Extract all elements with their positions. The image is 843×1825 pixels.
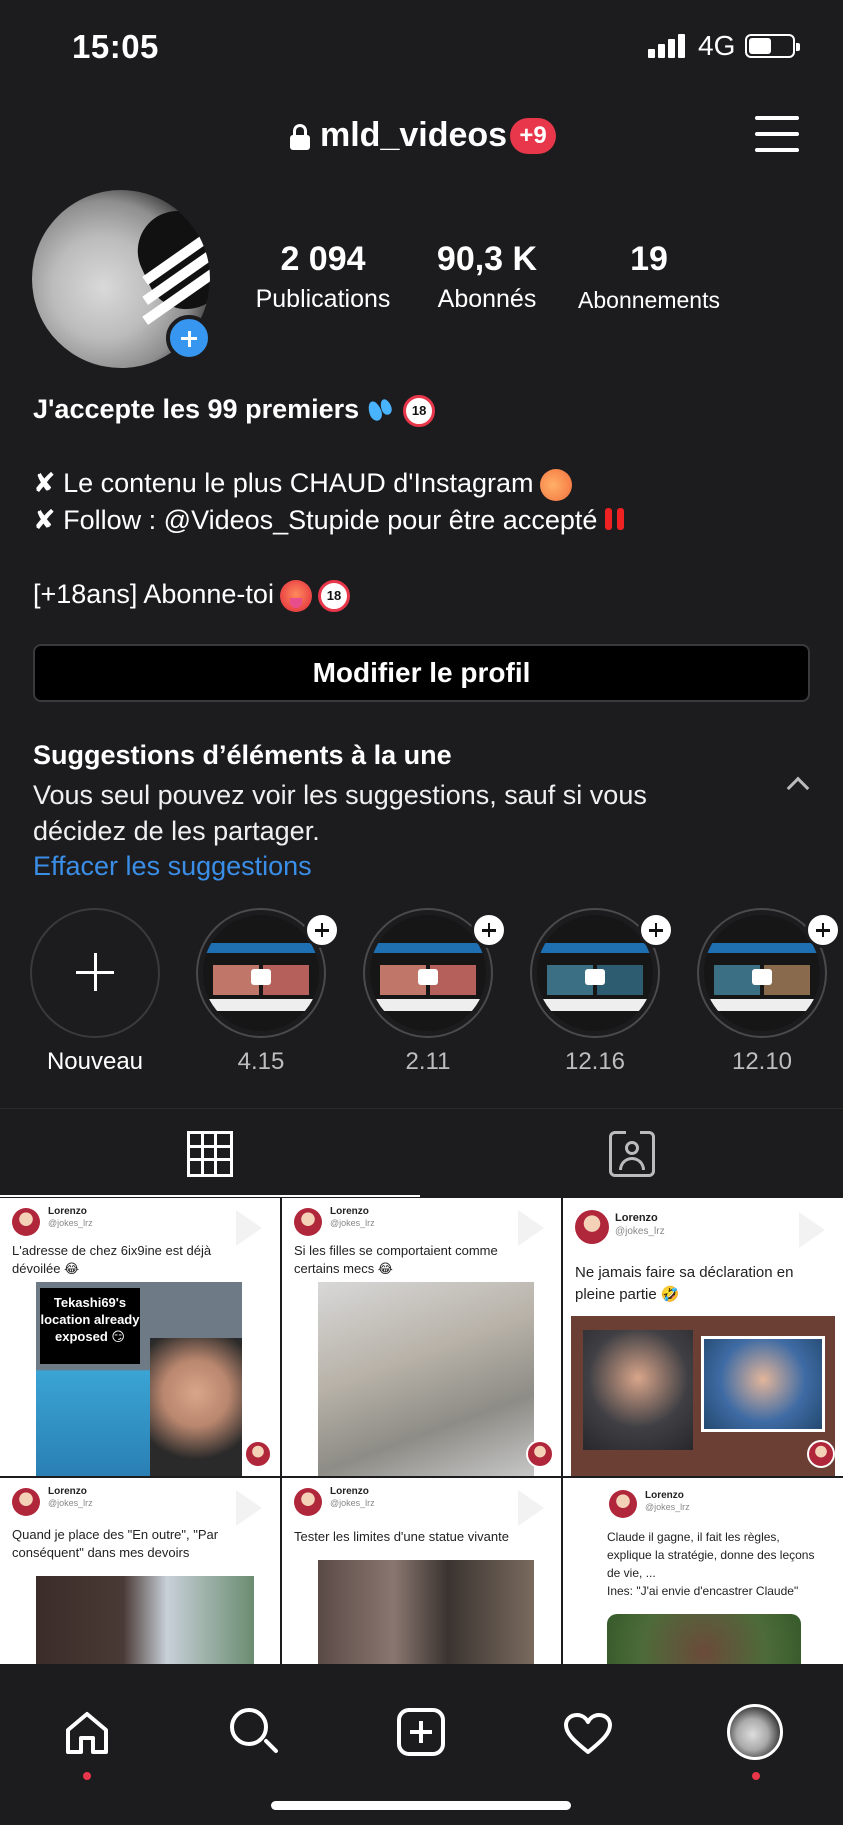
profile-tab-avatar[interactable] — [727, 1704, 783, 1760]
add-highlight-icon[interactable] — [471, 912, 507, 948]
new-post-icon[interactable] — [397, 1708, 445, 1756]
status-time: 15:05 — [72, 28, 159, 65]
post-text: Claude il gagne, il fait les règles, exp… — [607, 1530, 815, 1598]
stat-label: Abonnés — [437, 285, 537, 313]
post-image-caption: Tekashi69's location already exposed 😏 — [40, 1288, 140, 1364]
notification-badge[interactable]: +9 — [510, 118, 556, 154]
edit-profile-button[interactable]: Modifier le profil — [33, 644, 810, 702]
highlight-label: 4.15 — [237, 1048, 285, 1075]
bio-line-2: ✘ Follow : @Videos_Stupide pour être acc… — [33, 506, 629, 538]
tagged-photos-icon[interactable] — [609, 1129, 655, 1177]
post-author: Lorenzo — [330, 1486, 369, 1497]
suggestions-title: Suggestions d’éléments à la une — [33, 740, 452, 770]
stat-label: Abonnements — [578, 287, 720, 313]
post-author: Lorenzo — [615, 1212, 658, 1224]
post-thumbnail[interactable]: Lorenzo @jokes_lrz L'adresse de chez 6ix… — [0, 1198, 280, 1476]
no-under-18-icon: 18 — [317, 580, 350, 612]
bio-name-text: J'accepte les 99 premiers — [33, 394, 360, 425]
post-handle: @jokes_lrz — [330, 1498, 375, 1508]
clear-suggestions-link[interactable]: Effacer les suggestions — [33, 851, 312, 882]
stat-followers[interactable]: 90,3 K Abonnés — [420, 240, 554, 314]
home-indicator[interactable] — [271, 1801, 571, 1810]
post-handle: @jokes_lrz — [330, 1218, 375, 1228]
chevron-up-icon[interactable] — [786, 776, 810, 800]
hot-face-icon — [279, 580, 312, 612]
posts-grid: Lorenzo @jokes_lrz L'adresse de chez 6ix… — [0, 1198, 843, 1664]
status-bar: 15:05 4G — [0, 0, 843, 95]
post-author: Lorenzo — [48, 1486, 87, 1497]
bio-line-2-suffix: pour être accepté — [379, 505, 598, 536]
bio-name: J'accepte les 99 premiers 18 — [33, 394, 436, 427]
add-story-button[interactable] — [166, 315, 212, 361]
post-author: Lorenzo — [48, 1206, 87, 1217]
profile-notification-dot — [752, 1772, 760, 1780]
double-exclamation-icon — [603, 506, 629, 538]
add-highlight-icon[interactable] — [304, 912, 340, 948]
bottom-nav — [0, 1664, 843, 1825]
lock-icon — [290, 124, 310, 150]
post-text: L'adresse de chez 6ix9ine est déjà dévoi… — [12, 1243, 212, 1276]
suggestions-description: Vous seul pouvez voir les suggestions, s… — [33, 780, 647, 846]
bio-line-3: [+18ans] Abonne-toi 18 — [33, 580, 350, 612]
no-under-18-icon: 18 — [403, 395, 436, 427]
home-notification-dot — [83, 1772, 91, 1780]
sweat-drops-icon — [365, 395, 397, 427]
bio-line-2-prefix: ✘ Follow : — [33, 505, 164, 536]
post-text: Si les filles se comportaient comme cert… — [294, 1243, 498, 1276]
post-thumbnail[interactable]: Lorenzo @jokes_lrz Tester les limites d'… — [282, 1478, 561, 1664]
menu-icon[interactable] — [755, 114, 799, 154]
post-thumbnail[interactable]: Lorenzo @jokes_lrz Claude il gagne, il f… — [563, 1478, 843, 1664]
bio-line-1-text: ✘ Le contenu le plus CHAUD d'Instagram — [33, 468, 534, 499]
post-text: Tester les limites d'une statue vivante — [294, 1529, 509, 1544]
highlight-label: Nouveau — [46, 1048, 144, 1075]
profile-tabs — [0, 1108, 843, 1198]
highlight-label: 12.10 — [731, 1048, 793, 1075]
post-text: Quand je place des "En outre", "Par cons… — [12, 1527, 219, 1560]
post-thumbnail[interactable]: Lorenzo @jokes_lrz Si les filles se comp… — [282, 1198, 561, 1476]
stat-value: 19 — [630, 240, 668, 278]
bio-line-1: ✘ Le contenu le plus CHAUD d'Instagram — [33, 469, 572, 501]
signal-icon — [648, 34, 688, 58]
network-type: 4G — [698, 30, 736, 61]
post-handle: @jokes_lrz — [615, 1226, 665, 1237]
add-highlight-icon[interactable] — [805, 912, 841, 948]
post-thumbnail[interactable]: Lorenzo @jokes_lrz Quand je place des "E… — [0, 1478, 280, 1664]
post-handle: @jokes_lrz — [48, 1218, 93, 1228]
post-handle: @jokes_lrz — [645, 1502, 690, 1512]
post-author: Lorenzo — [645, 1490, 684, 1501]
bio-line-3-text: [+18ans] Abonne-toi — [33, 579, 274, 610]
search-icon[interactable] — [230, 1708, 280, 1758]
post-author: Lorenzo — [330, 1206, 369, 1217]
stat-following[interactable]: 19 Abonnements — [572, 240, 726, 314]
post-thumbnail[interactable]: Lorenzo @jokes_lrz Ne jamais faire sa dé… — [563, 1198, 843, 1476]
bio-mention-link[interactable]: @Videos_Stupide — [164, 505, 380, 535]
stat-label: Publications — [255, 285, 391, 313]
peach-icon — [539, 469, 572, 501]
highlight-label: 12.16 — [564, 1048, 626, 1075]
highlight-label: 2.11 — [405, 1048, 451, 1075]
post-text: Ne jamais faire sa déclaration en pleine… — [575, 1264, 794, 1303]
username[interactable]: mld_videos — [320, 116, 507, 155]
add-highlight-icon[interactable] — [638, 912, 674, 948]
grid-icon[interactable] — [187, 1131, 233, 1177]
profile-header: mld_videos +9 — [0, 108, 843, 168]
post-handle: @jokes_lrz — [48, 1498, 93, 1508]
stat-value: 2 094 — [280, 240, 366, 278]
heart-icon[interactable] — [563, 1712, 613, 1756]
tab-indicator — [0, 1195, 420, 1197]
stat-publications[interactable]: 2 094 Publications — [250, 240, 396, 314]
battery-icon — [745, 34, 800, 58]
home-icon[interactable] — [64, 1710, 110, 1756]
stat-value: 90,3 K — [436, 240, 538, 278]
